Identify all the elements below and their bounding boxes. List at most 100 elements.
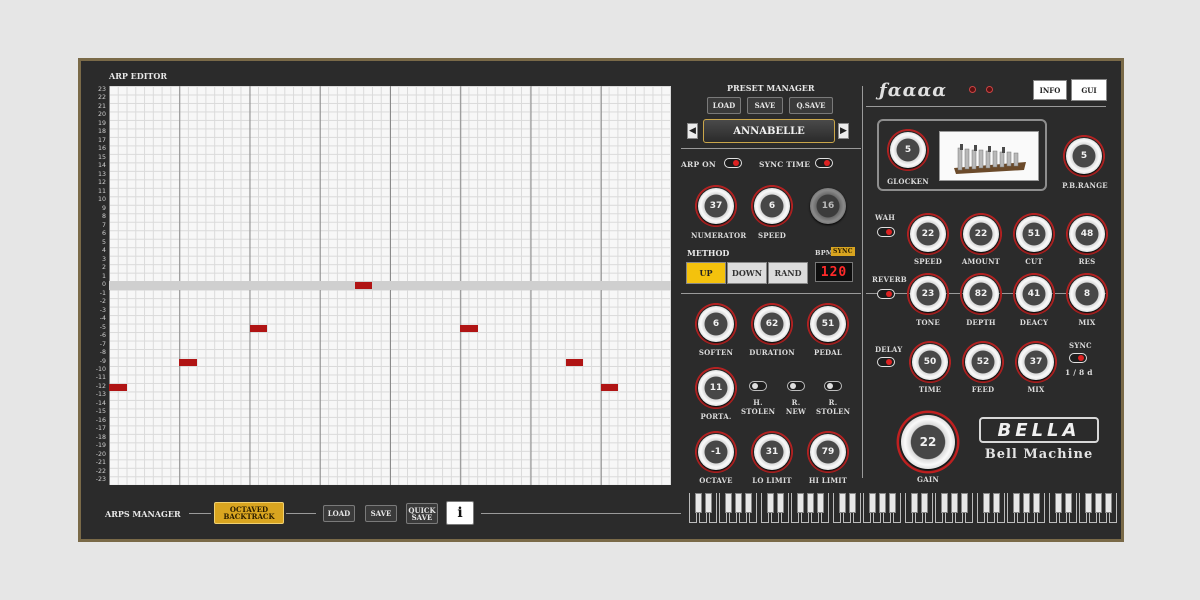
delay-feed-knob[interactable]: 52: [960, 339, 1006, 385]
wah-res-knob[interactable]: 48: [1064, 211, 1110, 257]
arp-third-knob[interactable]: 16: [805, 183, 851, 229]
pedal-knob[interactable]: 51: [805, 301, 851, 347]
arp-on-toggle[interactable]: [724, 158, 742, 168]
reverb-mix-knob[interactable]: 8: [1064, 271, 1110, 317]
black-key[interactable]: [797, 493, 804, 513]
black-key[interactable]: [961, 493, 968, 513]
delay-time-knob[interactable]: 50: [907, 339, 953, 385]
black-key[interactable]: [807, 493, 814, 513]
info-i-button[interactable]: i: [446, 501, 474, 525]
black-key[interactable]: [1085, 493, 1092, 513]
preset-load-button[interactable]: LOAD: [707, 97, 741, 114]
preset-save-button[interactable]: SAVE: [747, 97, 783, 114]
octave-knob[interactable]: -1: [693, 429, 739, 475]
black-key[interactable]: [705, 493, 712, 513]
lo-limit-knob[interactable]: 31: [749, 429, 795, 475]
black-key[interactable]: [993, 493, 1000, 513]
row-number: -9: [99, 357, 106, 365]
black-key[interactable]: [849, 493, 856, 513]
reverb-toggle[interactable]: [877, 289, 895, 299]
preset-qsave-button[interactable]: Q.SAVE: [789, 97, 833, 114]
black-key[interactable]: [889, 493, 896, 513]
arp-note[interactable]: [565, 358, 584, 366]
duration-knob[interactable]: 62: [749, 301, 795, 347]
row-number: -22: [95, 467, 106, 475]
black-key[interactable]: [1055, 493, 1062, 513]
wah-cut-knob[interactable]: 51: [1011, 211, 1057, 257]
arp-save-button[interactable]: SAVE: [365, 505, 397, 522]
r-stolen-toggle[interactable]: [824, 381, 842, 391]
black-key[interactable]: [839, 493, 846, 513]
arps-manager-label: ARPS MANAGER: [105, 509, 181, 519]
pedal-label: PEDAL: [813, 348, 843, 357]
black-key[interactable]: [1023, 493, 1030, 513]
porta-knob[interactable]: 11: [693, 365, 739, 411]
delay-toggle[interactable]: [877, 357, 895, 367]
row-number: -11: [95, 374, 106, 382]
black-key[interactable]: [941, 493, 948, 513]
delay-sync-toggle[interactable]: [1069, 353, 1087, 363]
black-key[interactable]: [735, 493, 742, 513]
arp-note[interactable]: [600, 384, 619, 392]
soften-label: SOFTEN: [698, 348, 734, 357]
arp-quick-save-button[interactable]: QUICK SAVE: [406, 503, 438, 524]
wah-amount-knob[interactable]: 22: [958, 211, 1004, 257]
black-key[interactable]: [879, 493, 886, 513]
sync-badge[interactable]: SYNC: [831, 247, 855, 256]
arp-note[interactable]: [179, 358, 197, 366]
arp-grid[interactable]: [109, 86, 671, 485]
preset-next-arrow-icon[interactable]: ▶: [838, 123, 849, 139]
reverb-depth-knob[interactable]: 82: [958, 271, 1004, 317]
arp-note[interactable]: [460, 324, 478, 332]
preset-name-display[interactable]: ANNABELLE: [703, 119, 835, 143]
reverb-decay-knob[interactable]: 41: [1011, 271, 1057, 317]
brand-logo: ƒαααα: [879, 80, 948, 101]
black-key[interactable]: [1013, 493, 1020, 513]
black-key[interactable]: [983, 493, 990, 513]
row-number: 22: [97, 94, 106, 102]
black-key[interactable]: [695, 493, 702, 513]
divider: [189, 513, 211, 514]
pb-range-knob[interactable]: 5: [1061, 133, 1107, 179]
arp-speed-knob[interactable]: 6: [749, 183, 795, 229]
black-key[interactable]: [1095, 493, 1102, 513]
black-key[interactable]: [911, 493, 918, 513]
black-key[interactable]: [921, 493, 928, 513]
arp-note[interactable]: [354, 282, 373, 290]
gain-knob[interactable]: 22: [893, 407, 963, 477]
info-button[interactable]: INFO: [1033, 80, 1067, 100]
numerator-knob[interactable]: 37: [693, 183, 739, 229]
black-key[interactable]: [745, 493, 752, 513]
reverb-tone-knob[interactable]: 23: [905, 271, 951, 317]
method-rand-button[interactable]: RAND: [768, 262, 808, 284]
black-key[interactable]: [951, 493, 958, 513]
black-key[interactable]: [869, 493, 876, 513]
sync-time-toggle[interactable]: [815, 158, 833, 168]
keyboard[interactable]: [689, 493, 1121, 525]
row-number: -2: [99, 298, 106, 306]
black-key[interactable]: [1105, 493, 1112, 513]
preset-prev-arrow-icon[interactable]: ◀: [687, 123, 698, 139]
row-number: -18: [95, 433, 106, 441]
hi-limit-knob[interactable]: 79: [805, 429, 851, 475]
black-key[interactable]: [725, 493, 732, 513]
arp-load-button[interactable]: LOAD: [323, 505, 355, 522]
method-up-button[interactable]: UP: [686, 262, 726, 284]
arp-note[interactable]: [249, 324, 268, 332]
black-key[interactable]: [777, 493, 784, 513]
black-key[interactable]: [817, 493, 824, 513]
h-stolen-toggle[interactable]: [749, 381, 767, 391]
gui-button[interactable]: GUI: [1071, 79, 1107, 101]
black-key[interactable]: [1033, 493, 1040, 513]
method-down-button[interactable]: DOWN: [727, 262, 767, 284]
r-new-toggle[interactable]: [787, 381, 805, 391]
soften-knob[interactable]: 6: [693, 301, 739, 347]
wah-speed-knob[interactable]: 22: [905, 211, 951, 257]
arp-note[interactable]: [109, 384, 127, 392]
wah-toggle[interactable]: [877, 227, 895, 237]
delay-mix-knob[interactable]: 37: [1013, 339, 1059, 385]
black-key[interactable]: [767, 493, 774, 513]
black-key[interactable]: [1065, 493, 1072, 513]
arp-preset-button[interactable]: OCTAVED BACKTRACK: [214, 502, 284, 524]
glocken-knob[interactable]: 5: [885, 127, 931, 173]
